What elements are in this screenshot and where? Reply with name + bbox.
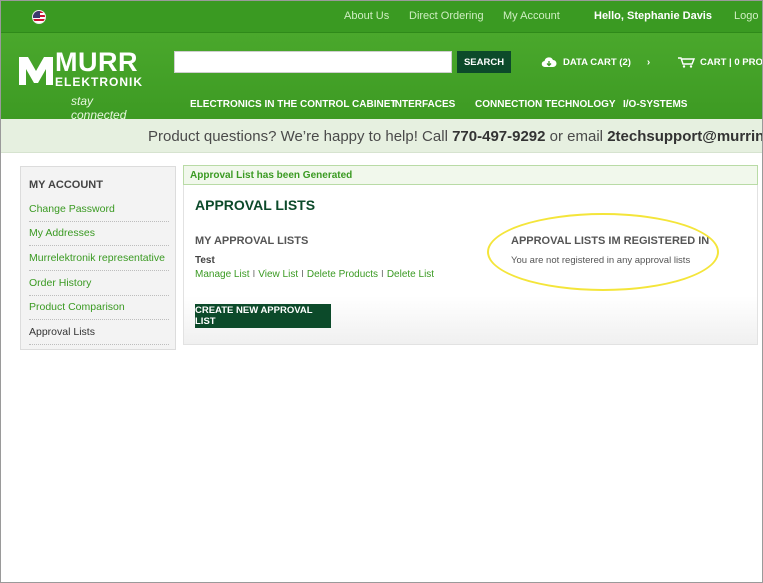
support-prefix: Product questions? We’re happy to help! …: [148, 128, 453, 145]
browser-viewport: About Us Direct Ordering My Account Hell…: [0, 0, 763, 583]
nav-interfaces[interactable]: INTERFACES: [392, 99, 455, 110]
delete-list-link[interactable]: Delete List: [387, 269, 434, 280]
support-middle: or email: [545, 128, 608, 145]
top-utility-bar: About Us Direct Ordering My Account Hell…: [1, 1, 762, 33]
us-flag-icon[interactable]: [32, 10, 46, 24]
separator: I: [301, 269, 304, 280]
sidebar-item-change-password[interactable]: Change Password: [29, 203, 169, 222]
create-approval-list-button[interactable]: CREATE NEW APPROVAL LIST: [195, 304, 331, 328]
murr-logo-mark-icon: [19, 57, 53, 85]
logout-link[interactable]: Logo: [734, 10, 758, 22]
chevron-right-icon: ›: [646, 56, 651, 68]
my-account-link[interactable]: My Account: [503, 10, 560, 22]
view-list-link[interactable]: View List: [258, 269, 298, 280]
sidebar-item-approval-lists[interactable]: Approval Lists: [29, 326, 169, 345]
cloud-download-icon: [541, 57, 557, 68]
support-text: Product questions? We’re happy to help! …: [148, 128, 762, 145]
support-banner: Product questions? We’re happy to help! …: [1, 119, 762, 153]
annotation-highlight-ellipse: [487, 213, 719, 291]
sidebar-item-my-addresses[interactable]: My Addresses: [29, 227, 169, 246]
page-title: APPROVAL LISTS: [195, 197, 316, 213]
logo-subname: ELEKTRONIK: [55, 75, 143, 89]
approval-list-actions: Manage List I View List I Delete Products I De…: [195, 269, 434, 280]
user-greeting: Hello, Stephanie Davis: [594, 10, 712, 22]
separator: I: [381, 269, 384, 280]
support-phone[interactable]: 770-497-9292: [452, 128, 545, 145]
separator: I: [252, 269, 256, 280]
cart-label: CART | 0 PRO: [700, 56, 763, 68]
manage-list-link[interactable]: Manage List: [195, 269, 249, 280]
account-sidebar: MY ACCOUNT Change Password My Addresses …: [20, 166, 176, 350]
cart-button[interactable]: CART | 0 PRO: [677, 52, 763, 72]
direct-ordering-link[interactable]: Direct Ordering: [409, 10, 484, 22]
sidebar-item-representative[interactable]: Murrelektronik representative: [29, 252, 169, 271]
nav-electronics-control-cabinet[interactable]: ELECTRONICS IN THE CONTROL CABINET: [190, 99, 396, 110]
nav-io-systems[interactable]: I/O-SYSTEMS: [623, 99, 687, 110]
data-cart-label: DATA CART (2): [563, 56, 631, 68]
approval-list-name: Test: [195, 255, 215, 266]
about-us-link[interactable]: About Us: [344, 10, 389, 22]
my-approval-lists-heading: MY APPROVAL LISTS: [195, 235, 309, 247]
sidebar-item-product-comparison[interactable]: Product Comparison: [29, 301, 169, 320]
support-email[interactable]: 2techsupport@murrinc.com: [607, 128, 762, 145]
logo-name: MURR: [55, 47, 138, 77]
sidebar-title: MY ACCOUNT: [29, 179, 103, 191]
main-nav: ELECTRONICS IN THE CONTROL CABINET INTER…: [1, 91, 762, 119]
success-alert: Approval List has been Generated: [183, 165, 758, 185]
search-button[interactable]: SEARCH: [457, 51, 511, 73]
delete-products-link[interactable]: Delete Products: [307, 269, 378, 280]
site-header: MURR ELEKTRONIK stay connected SEARCH DA…: [1, 33, 763, 122]
nav-connection-technology[interactable]: CONNECTION TECHNOLOGY: [475, 99, 616, 110]
search-input[interactable]: [174, 51, 452, 73]
data-cart-button[interactable]: DATA CART (2) ›: [541, 52, 661, 72]
cart-icon: [678, 57, 695, 68]
sidebar-item-order-history[interactable]: Order History: [29, 277, 169, 296]
